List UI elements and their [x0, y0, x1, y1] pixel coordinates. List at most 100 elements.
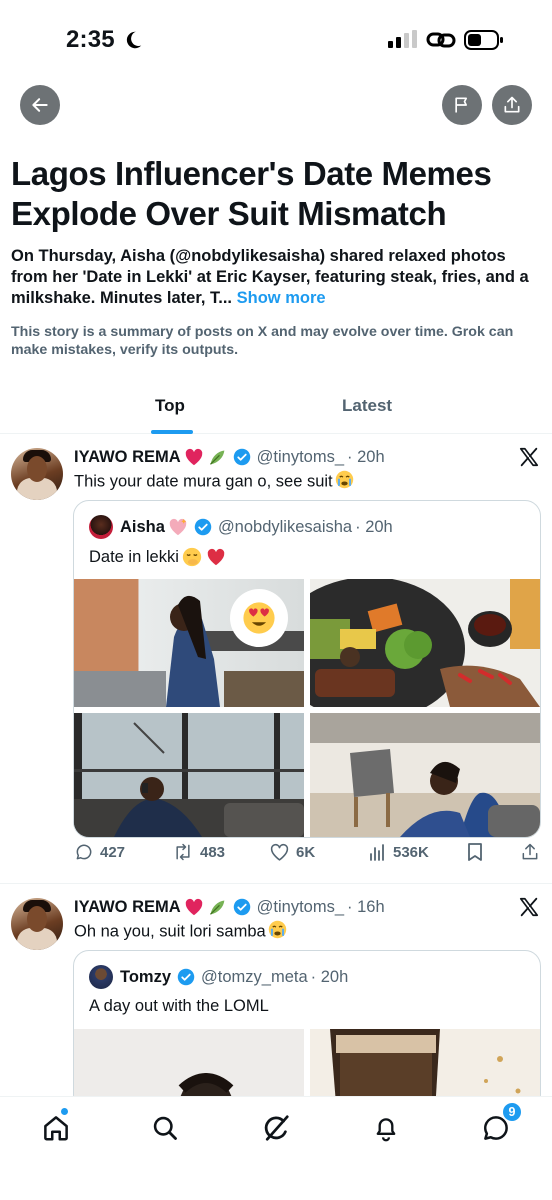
nav-notifications[interactable]: [369, 1111, 403, 1145]
avatar[interactable]: [11, 448, 63, 500]
nav-search[interactable]: [148, 1111, 182, 1145]
quoted-post[interactable]: Tomzy @tomzy_meta · 20h A day out with t…: [73, 950, 541, 1096]
quote-avatar[interactable]: [89, 965, 113, 989]
tab-top[interactable]: Top: [155, 396, 185, 416]
repost-icon: [176, 843, 190, 861]
share-icon: [504, 96, 520, 113]
heart-emoji-icon: [184, 898, 204, 916]
verified-badge-icon: [194, 518, 212, 536]
crying-emoji-icon: [268, 920, 287, 944]
photo-1[interactable]: [74, 1029, 304, 1096]
author-name[interactable]: IYAWO REMA: [74, 448, 181, 467]
nav-grok[interactable]: [259, 1111, 293, 1145]
verified-badge-icon: [233, 448, 250, 466]
views-icon: [370, 844, 384, 861]
red-heart-emoji-icon: [206, 548, 226, 566]
link-icon: [426, 32, 456, 48]
like-button[interactable]: 6K: [269, 842, 315, 862]
heart-eyes-sticker: [230, 589, 288, 647]
photo-3[interactable]: [74, 713, 304, 837]
post-text: This your date mura gan o, see suit: [74, 472, 333, 491]
post-time: · 16h: [347, 897, 385, 916]
author-name[interactable]: IYAWO REMA: [74, 898, 181, 917]
verified-badge-icon: [177, 968, 195, 986]
photo-2[interactable]: [310, 1029, 540, 1096]
media-grid: [74, 1029, 540, 1096]
bell-icon: [376, 1118, 396, 1142]
post-time: · 20h: [347, 447, 385, 466]
report-button[interactable]: [442, 85, 482, 125]
tab-latest[interactable]: Latest: [342, 396, 392, 416]
post-body: Oh na you, suit lori samba: [74, 920, 287, 944]
home-icon: [44, 1116, 68, 1141]
view-count: 536K: [393, 843, 429, 861]
quote-author-handle[interactable]: @tomzy_meta: [201, 968, 308, 987]
post[interactable]: IYAWO REMA @tinytoms_ · 16h Oh na you, s…: [0, 884, 552, 1096]
tab-bar: Top Latest: [0, 380, 552, 434]
heart-eyes-emoji-icon: [243, 602, 275, 634]
share-button[interactable]: [492, 85, 532, 125]
quote-body: A day out with the LOML: [89, 997, 269, 1016]
media-grid: [74, 579, 540, 837]
x-logo-icon: [519, 447, 539, 467]
quote-author-name[interactable]: Tomzy: [120, 968, 171, 987]
reply-button[interactable]: 427: [74, 842, 125, 862]
reply-icon: [76, 844, 92, 860]
battery-icon: [464, 30, 503, 50]
quote-time: · 20h: [355, 517, 393, 536]
bookmark-icon: [468, 843, 482, 861]
herb-emoji-icon: [207, 448, 227, 466]
repost-count: 483: [200, 843, 226, 861]
quote-author-name[interactable]: Aisha: [120, 518, 165, 537]
status-time: 2:35: [66, 26, 115, 53]
show-more-link[interactable]: Show more: [237, 289, 326, 307]
story-summary: On Thursday, Aisha (@nobdylikesaisha) sh…: [11, 246, 541, 309]
quote-text: A day out with the LOML: [89, 997, 269, 1015]
sparkling-heart-emoji-icon: [168, 518, 188, 536]
avatar[interactable]: [11, 898, 63, 950]
nav-home[interactable]: [39, 1111, 73, 1145]
photo-4[interactable]: [310, 713, 540, 837]
flag-icon: [455, 97, 467, 113]
author-handle[interactable]: @tinytoms_: [257, 448, 344, 467]
grok-icon: [264, 1115, 289, 1141]
post-text: Oh na you, suit lori samba: [74, 922, 266, 941]
photo-2[interactable]: [310, 579, 540, 707]
heart-emoji-icon: [184, 448, 204, 466]
moon-icon: [126, 31, 142, 49]
hand-over-mouth-emoji-icon: [182, 547, 202, 567]
repost-button[interactable]: 483: [172, 842, 225, 862]
share-icon: [522, 843, 538, 860]
arrow-left-icon: [32, 98, 48, 112]
quote-header: Tomzy @tomzy_meta · 20h: [89, 965, 348, 989]
post-body: This your date mura gan o, see suit: [74, 470, 354, 494]
status-bar: 2:35: [0, 0, 552, 70]
share-post-button[interactable]: [520, 842, 546, 862]
like-count: 6K: [296, 843, 316, 861]
quote-body: Date in lekki: [89, 547, 226, 567]
photo-1[interactable]: [74, 579, 304, 707]
quote-author-handle[interactable]: @nobdylikesaisha: [218, 518, 352, 537]
post[interactable]: IYAWO REMA @tinytoms_ · 20h This your da…: [0, 434, 552, 884]
grok-disclaimer: This story is a summary of posts on X an…: [11, 324, 514, 358]
quote-text: Date in lekki: [89, 547, 179, 566]
headline: Lagos Influencer's Date Memes Explode Ov…: [11, 155, 492, 232]
messages-badge: 9: [502, 1102, 522, 1122]
post-header: IYAWO REMA @tinytoms_ · 16h: [74, 896, 385, 918]
x-logo-icon: [519, 897, 539, 917]
quote-avatar[interactable]: [89, 515, 113, 539]
quote-time: · 20h: [310, 967, 349, 986]
verified-badge-icon: [233, 898, 250, 916]
crying-emoji-icon: [335, 470, 354, 494]
bottom-nav: 9: [0, 1096, 552, 1200]
herb-emoji-icon: [207, 898, 227, 916]
bookmark-button[interactable]: [466, 842, 490, 862]
views-button[interactable]: 536K: [369, 842, 429, 862]
reply-count: 427: [100, 843, 126, 861]
post-actions: 427 483 6K 536K: [74, 842, 544, 870]
search-icon: [153, 1116, 177, 1140]
quoted-post[interactable]: Aisha @nobdylikesaisha · 20h Date in lek…: [73, 500, 541, 838]
back-button[interactable]: [20, 85, 60, 125]
post-header: IYAWO REMA @tinytoms_ · 20h: [74, 446, 385, 468]
author-handle[interactable]: @tinytoms_: [257, 898, 344, 917]
